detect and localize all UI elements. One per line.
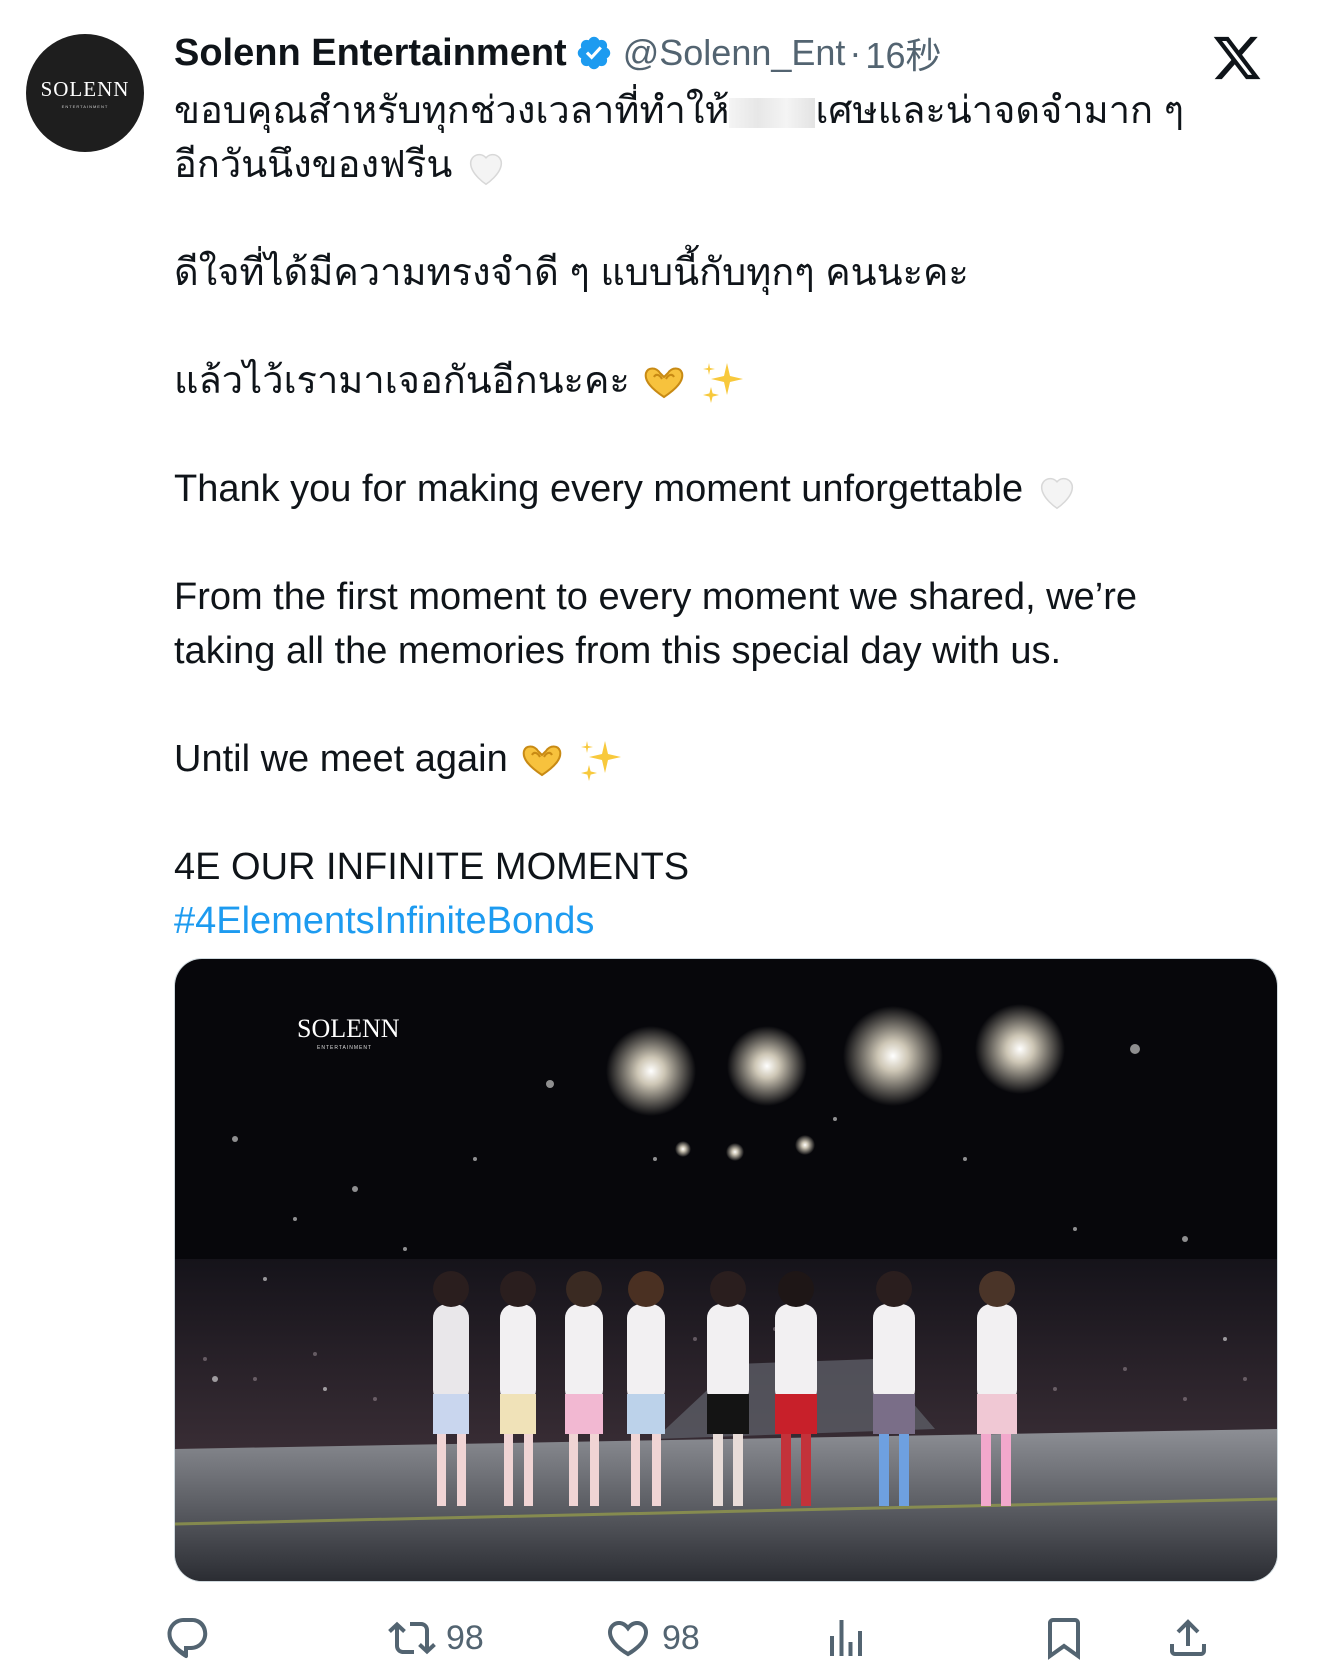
text-segment: แล้วไว้เรามาเจอกันอีกนะคะ — [174, 360, 630, 402]
text-line: Thank you for making every moment unforg… — [174, 462, 1282, 516]
sparkles-icon — [702, 362, 743, 403]
text-line: taking all the memories from this specia… — [174, 630, 1062, 672]
text-segment: Until we meet again — [174, 738, 508, 780]
text-line: อีกวันนึงของฟรีน — [174, 138, 1282, 192]
avatar-logo-subtext: ENTERTAINMENT — [61, 104, 109, 109]
retweet-icon — [388, 1621, 436, 1655]
text-segment: Thank you for making every moment unforg… — [174, 468, 1024, 510]
redacted-text — [729, 97, 816, 128]
bookmark-button[interactable] — [1040, 1610, 1088, 1666]
text-line: 4E OUR INFINITE MOMENTS — [174, 846, 690, 888]
avatar[interactable]: SOLENN ENTERTAINMENT — [26, 34, 144, 152]
author-handle[interactable]: @Solenn_Ent — [623, 32, 846, 74]
text-line: ขอบคุณสำหรับทุกช่วงเวลาที่ทำให้ เศษและน่า… — [174, 84, 1282, 138]
heart-icon — [607, 1621, 649, 1657]
retweet-count: 98 — [446, 1618, 484, 1657]
hashtag-link[interactable]: #4ElementsInfiniteBonds — [174, 894, 1282, 948]
text-segment: อีกวันนึงของฟรีน — [174, 144, 453, 186]
bookmark-icon — [1048, 1618, 1080, 1660]
verified-badge-icon — [577, 36, 610, 70]
avatar-logo-text: SOLENN — [40, 77, 130, 101]
views-button[interactable] — [822, 1610, 870, 1666]
heart-hands-icon — [523, 745, 562, 777]
text-line: แล้วไว้เรามาเจอกันอีกนะคะ — [174, 354, 1282, 408]
author-name[interactable]: Solenn Entertainment — [174, 32, 567, 75]
text-segment: ขอบคุณสำหรับทุกช่วงเวลาที่ทำให้ — [174, 90, 730, 132]
reply-button[interactable] — [164, 1610, 212, 1666]
like-button[interactable]: 98 — [604, 1610, 700, 1666]
x-logo-icon — [1213, 36, 1261, 80]
sparkles-icon — [580, 740, 621, 781]
retweet-button[interactable]: 98 — [388, 1610, 484, 1666]
text-segment: เศษและน่าจดจำมาก ๆ — [815, 90, 1185, 132]
heart-hands-icon — [645, 367, 684, 399]
white-heart-icon — [469, 153, 502, 186]
action-bar: 98 98 — [167, 1610, 1276, 1666]
tweet-text: ขอบคุณสำหรับทุกช่วงเวลาที่ทำให้ เศษและน่า… — [174, 84, 1282, 948]
text-line: Until we meet again — [174, 732, 1282, 786]
tweet-header: Solenn Entertainment @Solenn_Ent · 16秒 — [174, 28, 941, 78]
text-line: From the first moment to every moment we… — [174, 576, 1137, 618]
white-heart-icon — [1040, 477, 1073, 510]
reply-icon — [167, 1618, 208, 1659]
share-button[interactable] — [1164, 1610, 1212, 1666]
text-line: ดีใจที่ได้มีความทรงจำดี ๆ แบบนี้กับทุกๆ … — [174, 252, 969, 294]
concert-photo: SOLENN ENTERTAINMENT — [175, 959, 1277, 1581]
share-icon — [1170, 1619, 1206, 1656]
timestamp[interactable]: 16秒 — [865, 27, 941, 79]
views-icon — [830, 1620, 862, 1656]
photo-watermark: SOLENN — [297, 1014, 400, 1043]
like-count: 98 — [662, 1618, 700, 1657]
separator-dot: · — [849, 32, 862, 73]
tweet-photo[interactable]: SOLENN ENTERTAINMENT — [174, 958, 1278, 1582]
photo-watermark-sub: ENTERTAINMENT — [317, 1045, 372, 1051]
